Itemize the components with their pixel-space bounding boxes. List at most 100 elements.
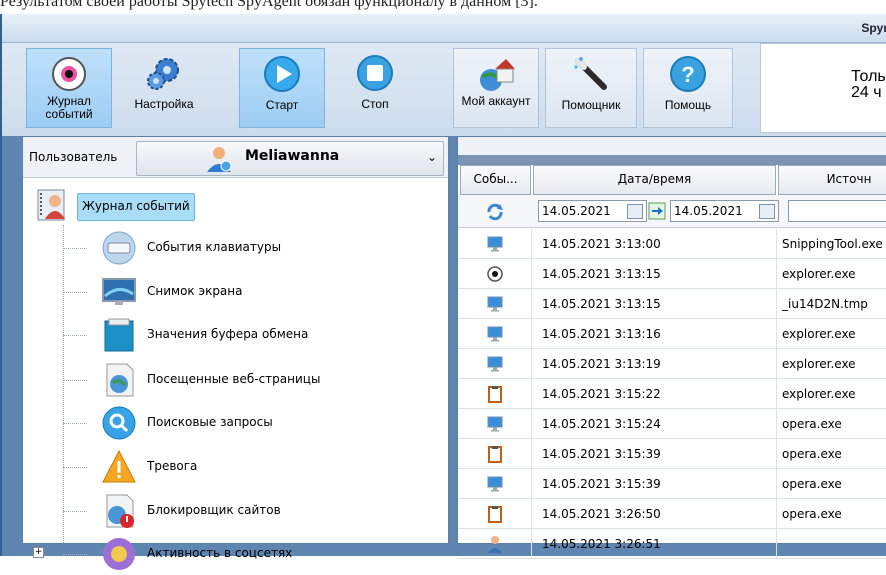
keyboard-icon bbox=[102, 231, 136, 265]
event-type-cell bbox=[458, 439, 532, 468]
source-cell: opera.exe bbox=[782, 507, 842, 521]
monitor-event-icon bbox=[487, 416, 503, 432]
table-row[interactable]: 14.05.2021 3:26:50 opera.exe bbox=[458, 499, 886, 529]
assistant-label: Помощник bbox=[561, 98, 621, 112]
table-row[interactable]: 14.05.2021 3:13:16 explorer.exe bbox=[458, 319, 886, 349]
warning-icon bbox=[102, 449, 136, 483]
tree-item-label: Тревога bbox=[147, 459, 198, 473]
date-range-arrow-icon bbox=[648, 202, 666, 220]
category-panel: Пользователь Meliawanna ⌄ Журнал событий bbox=[22, 136, 449, 570]
monitor-event-icon bbox=[487, 326, 503, 342]
app-window: Spyr Журнал событий Настройка Старт Стоп… bbox=[0, 14, 886, 570]
user-dropdown[interactable]: Meliawanna ⌄ bbox=[136, 141, 444, 176]
table-row[interactable]: 14.05.2021 3:15:24 opera.exe bbox=[458, 409, 886, 439]
help-button[interactable]: ? Помощь bbox=[643, 48, 733, 128]
source-cell: explorer.exe bbox=[782, 267, 856, 281]
refresh-icon[interactable] bbox=[485, 202, 505, 222]
table-row[interactable]: 14.05.2021 3:13:15 _iu14D2N.tmp bbox=[458, 289, 886, 319]
user-name: Meliawanna bbox=[245, 148, 340, 164]
clipboard-icon bbox=[104, 318, 134, 352]
my-account-button[interactable]: Мой аккаунт bbox=[453, 48, 539, 128]
house-globe-icon bbox=[480, 59, 515, 91]
tree-item-clipboard-values[interactable]: Значения буфера обмена bbox=[63, 314, 443, 356]
status-info-box: Толь 24 ч bbox=[760, 43, 886, 133]
column-header-datetime[interactable]: Дата/время bbox=[533, 165, 776, 195]
calendar-icon[interactable] bbox=[627, 204, 643, 219]
tree-item-screenshot[interactable]: Снимок экрана bbox=[63, 271, 443, 313]
source-cell: _iu14D2N.tmp bbox=[782, 297, 868, 311]
tree-item-label: Поисковые запросы bbox=[147, 415, 273, 429]
date-from-input[interactable]: 14.05.2021 bbox=[538, 200, 647, 222]
table-row[interactable]: 14.05.2021 3:26:51 bbox=[458, 529, 886, 559]
record-event-icon bbox=[487, 266, 503, 282]
datetime-cell: 14.05.2021 3:26:50 bbox=[542, 507, 661, 521]
tree-item-visited-pages[interactable]: Посещенные веб-страницы bbox=[63, 359, 443, 401]
clipboard-event-icon bbox=[488, 506, 502, 523]
settings-button[interactable]: Настройка bbox=[120, 48, 208, 126]
table-row[interactable]: 14.05.2021 3:13:15 explorer.exe bbox=[458, 259, 886, 289]
tree-item-alarm[interactable]: Тревога bbox=[63, 446, 443, 488]
table-row[interactable]: 14.05.2021 3:15:22 explorer.exe bbox=[458, 379, 886, 409]
user-label: Пользователь bbox=[29, 150, 118, 164]
table-row[interactable]: 14.05.2021 3:13:19 explorer.exe bbox=[458, 349, 886, 379]
social-icon bbox=[103, 538, 135, 570]
event-type-cell bbox=[458, 379, 532, 408]
column-header-source[interactable]: Источн bbox=[778, 165, 886, 195]
event-log-label: Журнал событий bbox=[45, 94, 93, 121]
tree-item-social-activity[interactable]: + Активность в соцсетях bbox=[33, 533, 443, 575]
source-cell: opera.exe bbox=[782, 477, 842, 491]
tree-item-search-queries[interactable]: Поисковые запросы bbox=[63, 402, 443, 444]
settings-label: Настройка bbox=[134, 97, 194, 111]
clipboard-event-icon bbox=[488, 446, 502, 463]
tree-item-label: Посещенные веб-страницы bbox=[147, 372, 321, 386]
tree-item-keyboard-events[interactable]: События клавиатуры bbox=[63, 227, 443, 269]
table-row[interactable]: 14.05.2021 3:15:39 opera.exe bbox=[458, 469, 886, 499]
chevron-down-icon: ⌄ bbox=[426, 150, 437, 164]
event-type-cell bbox=[458, 529, 532, 558]
tree-item-label: События клавиатуры bbox=[147, 240, 282, 254]
globe-page-icon bbox=[106, 363, 134, 397]
monitor-icon bbox=[102, 278, 136, 305]
start-button[interactable]: Старт bbox=[239, 48, 325, 128]
tree-root-item[interactable]: Журнал событий bbox=[35, 185, 235, 225]
event-type-cell bbox=[458, 259, 532, 288]
column-header-event[interactable]: Собы... bbox=[460, 165, 531, 195]
panel-header-bar bbox=[458, 155, 886, 165]
tree-item-label: Блокировщик сайтов bbox=[147, 503, 281, 517]
column-divider bbox=[776, 439, 777, 468]
column-divider bbox=[776, 289, 777, 318]
source-filter-input[interactable] bbox=[788, 200, 886, 222]
tree-item-label: Значения буфера обмена bbox=[147, 327, 309, 341]
calendar-icon[interactable] bbox=[759, 204, 775, 219]
column-divider bbox=[776, 469, 777, 498]
source-cell: opera.exe bbox=[782, 417, 842, 431]
table-row[interactable]: 14.05.2021 3:13:00 SnippingTool.exe bbox=[458, 229, 886, 259]
assistant-button[interactable]: Помощник bbox=[545, 48, 637, 128]
user-event-icon bbox=[488, 536, 502, 553]
datetime-cell: 14.05.2021 3:13:15 bbox=[542, 297, 661, 311]
column-divider bbox=[776, 499, 777, 528]
document-text-strip: Результатом своей работы Spytech SpyAgen… bbox=[0, 0, 886, 14]
source-cell: SnippingTool.exe bbox=[782, 237, 883, 251]
column-divider bbox=[776, 259, 777, 288]
panel-top-strip bbox=[458, 137, 886, 155]
event-type-cell bbox=[458, 469, 532, 498]
monitor-event-icon bbox=[487, 236, 503, 252]
tree-item-label: Снимок экрана bbox=[147, 284, 243, 298]
source-cell: explorer.exe bbox=[782, 387, 856, 401]
date-to-input[interactable]: 14.05.2021 bbox=[670, 200, 779, 222]
date-to-value: 14.05.2021 bbox=[674, 204, 743, 218]
magic-wand-icon bbox=[574, 57, 607, 90]
stop-button[interactable]: Стоп bbox=[337, 48, 413, 126]
tree-item-site-blocker[interactable]: Блокировщик сайтов bbox=[63, 490, 443, 532]
blocked-globe-icon bbox=[106, 494, 134, 528]
info-line-2: 24 ч bbox=[851, 84, 882, 101]
table-row[interactable]: 14.05.2021 3:15:39 opera.exe bbox=[458, 439, 886, 469]
event-log-button[interactable]: Журнал событий bbox=[26, 48, 112, 128]
svg-text:?: ? bbox=[681, 62, 694, 87]
date-from-value: 14.05.2021 bbox=[542, 204, 611, 218]
column-divider bbox=[776, 319, 777, 348]
expand-toggle[interactable]: + bbox=[33, 547, 44, 558]
event-type-cell bbox=[458, 319, 532, 348]
column-divider bbox=[776, 379, 777, 408]
